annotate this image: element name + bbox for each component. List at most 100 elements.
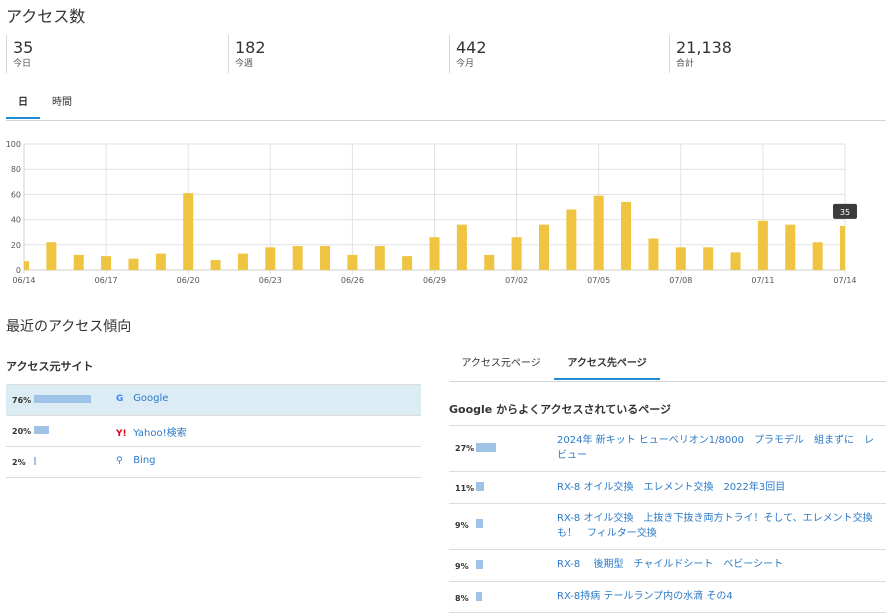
page-bar xyxy=(476,519,483,528)
y-tick-label: 60 xyxy=(11,190,21,199)
page-link[interactable]: RX-8持病 テールランプ内の水滴 その4 xyxy=(557,589,882,604)
stats-panel: 35 今日 182 今週 442 今月 21,138 合計 xyxy=(6,35,886,75)
yahoo-icon: Y! xyxy=(116,429,127,439)
page-link[interactable]: RX-8 オイル交換 上抜き下抜き両方トライ！そして、エレメント交換も！ フィル… xyxy=(557,511,882,541)
stat-month: 442 今月 xyxy=(449,35,670,73)
stat-value: 442 xyxy=(456,38,487,57)
page-row: 27% 2024年 新キット ヒューベリオン1/8000 プラモデル 組まずに … xyxy=(449,426,886,472)
referrer-list: 76% G Google 20% Y! Yahoo!検索 2% ⚲ Bing xyxy=(6,384,421,478)
referrer-link-yahoo[interactable]: Y! Yahoo!検索 xyxy=(116,424,187,439)
landing-page-list: 27% 2024年 新キット ヒューベリオン1/8000 プラモデル 組まずに … xyxy=(449,425,886,613)
stat-value: 182 xyxy=(235,38,266,57)
referrer-pct: 20% xyxy=(12,427,32,436)
stat-label: 今週 xyxy=(235,59,254,69)
x-tick-label: 07/08 xyxy=(669,276,692,285)
x-tick-label: 06/20 xyxy=(177,276,200,285)
stat-label: 今日 xyxy=(13,59,32,69)
chart-bar xyxy=(730,252,741,270)
referrer-row-bing[interactable]: 2% ⚲ Bing xyxy=(6,447,421,478)
referrer-bar xyxy=(34,395,91,403)
stat-today: 35 今日 xyxy=(6,35,227,73)
chart-bar xyxy=(593,195,604,270)
chart-bar xyxy=(511,237,522,270)
y-tick-label: 20 xyxy=(11,241,21,250)
stat-value: 21,138 xyxy=(676,38,732,57)
chart-bar xyxy=(484,254,495,270)
pages-title: Google からよくアクセスされているページ xyxy=(449,403,671,416)
stat-week: 182 今週 xyxy=(228,35,449,73)
google-icon: G xyxy=(116,394,124,404)
referrer-bar xyxy=(34,426,49,434)
page-pct: 8% xyxy=(455,594,469,603)
referrer-pct: 2% xyxy=(12,458,26,467)
x-tick-label: 07/14 xyxy=(833,276,856,285)
chart-bar xyxy=(183,193,194,270)
referrer-bar xyxy=(34,457,36,465)
y-tick-label: 40 xyxy=(11,216,21,225)
chart-bar xyxy=(456,224,467,270)
chart-bar xyxy=(210,259,221,270)
page-row: 9% RX-8 後期型 チャイルドシート ベビーシート xyxy=(449,550,886,582)
page-title: アクセス数 xyxy=(6,7,86,26)
referrer-name: Google xyxy=(133,393,169,404)
referrer-row-yahoo[interactable]: 20% Y! Yahoo!検索 xyxy=(6,416,421,447)
page-pct: 27% xyxy=(455,444,475,453)
referrers-title: アクセス元サイト xyxy=(6,360,94,373)
chart-bar xyxy=(402,256,413,270)
tab-hour[interactable]: 時間 xyxy=(44,92,80,119)
chart-bar xyxy=(73,254,84,270)
page-bar xyxy=(476,560,483,569)
bing-search-icon: ⚲ xyxy=(116,456,123,466)
page-row: 8% RX-8持病 テールランプ内の水滴 その4 xyxy=(449,582,886,613)
chart-bar xyxy=(621,201,632,270)
stat-total: 21,138 合計 xyxy=(669,35,876,73)
chart-bar xyxy=(374,246,385,270)
referrer-name: Yahoo!検索 xyxy=(133,428,187,439)
chart-bar xyxy=(812,242,823,270)
page-bar xyxy=(476,443,496,452)
y-tick-label: 0 xyxy=(16,266,21,275)
chart-bar xyxy=(128,258,139,270)
x-tick-label: 06/23 xyxy=(259,276,282,285)
chart-bar xyxy=(265,247,276,270)
chart-bar xyxy=(703,247,714,270)
x-tick-label: 07/02 xyxy=(505,276,528,285)
page-link[interactable]: RX-8 後期型 チャイルドシート ベビーシート xyxy=(557,557,882,572)
x-tick-label: 06/29 xyxy=(423,276,446,285)
chart-bar xyxy=(566,209,577,270)
x-tick-label: 06/26 xyxy=(341,276,364,285)
x-tick-label: 06/17 xyxy=(95,276,118,285)
chart-bar xyxy=(292,246,303,270)
referrer-name: Bing xyxy=(133,455,156,466)
page-bar xyxy=(476,482,484,491)
chart-bar xyxy=(101,256,112,270)
tab-day[interactable]: 日 xyxy=(6,92,40,119)
page-bar xyxy=(476,592,482,601)
chart-bar xyxy=(24,261,29,270)
page-row: 11% RX-8 オイル交換 エレメント交換 2022年3回目 xyxy=(449,472,886,504)
chart-bar xyxy=(347,254,358,270)
page-pct: 9% xyxy=(455,521,469,530)
period-tabs: 日 時間 xyxy=(6,92,886,121)
tab-source-pages[interactable]: アクセス元ページ xyxy=(449,352,553,380)
page-link[interactable]: 2024年 新キット ヒューベリオン1/8000 プラモデル 組まずに レビュー xyxy=(557,433,882,463)
page-tabs: アクセス元ページ アクセス先ページ xyxy=(449,352,886,382)
chart-bar xyxy=(46,242,57,270)
chart-bar xyxy=(648,238,659,270)
chart-bar xyxy=(538,224,549,270)
referrer-pct: 76% xyxy=(12,396,32,405)
chart-bar xyxy=(237,253,248,270)
stat-label: 今月 xyxy=(456,59,475,69)
referrer-link-google[interactable]: G Google xyxy=(116,393,168,404)
chart-bar xyxy=(757,220,768,270)
y-tick-label: 100 xyxy=(6,140,21,149)
chart-bar xyxy=(429,237,440,270)
referrer-link-bing[interactable]: ⚲ Bing xyxy=(116,455,156,466)
referrer-row-google[interactable]: 76% G Google xyxy=(6,384,421,416)
trend-title: 最近のアクセス傾向 xyxy=(6,319,132,335)
y-tick-label: 80 xyxy=(11,165,21,174)
page-row: 9% RX-8 オイル交換 上抜き下抜き両方トライ！そして、エレメント交換も！ … xyxy=(449,504,886,550)
page-link[interactable]: RX-8 オイル交換 エレメント交換 2022年3回目 xyxy=(557,480,882,495)
tab-landing-pages[interactable]: アクセス先ページ xyxy=(554,352,660,380)
x-tick-label: 07/11 xyxy=(751,276,774,285)
